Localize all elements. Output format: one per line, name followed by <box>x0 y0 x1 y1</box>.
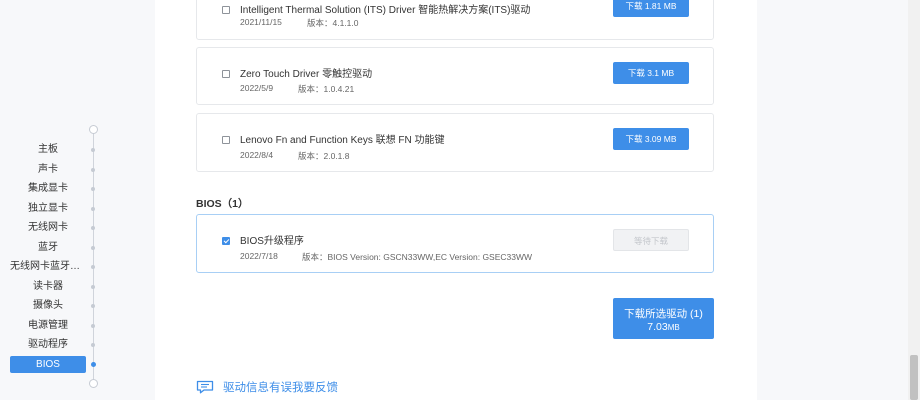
driver-version: 版本：2.0.1.8 <box>298 151 350 161</box>
nav-tick-icon <box>91 304 95 308</box>
download-selected-label: 下载所选驱动 (1) <box>624 308 703 320</box>
driver-list-panel: Intelligent Thermal Solution (ITS) Drive… <box>155 0 757 400</box>
driver-name: Intelligent Thermal Solution (ITS) Drive… <box>240 5 531 16</box>
sidebar-item-drivers[interactable]: 驱动程序 <box>0 335 110 355</box>
feedback-link[interactable]: 驱动信息有误我要反馈 <box>196 377 338 397</box>
download-selected-size: 7.03MB <box>613 321 714 333</box>
sidebar-item-card-reader[interactable]: 读卡器 <box>0 277 110 297</box>
driver-date: 2021/11/15 <box>240 17 282 27</box>
scrollbar-track[interactable] <box>908 0 920 400</box>
sidebar-item-label: 驱动程序 <box>28 339 68 350</box>
download-size-unit: MB <box>667 323 680 332</box>
nav-list: 主板 声卡 集成显卡 独立显卡 无线网卡 蓝牙 无线网卡蓝牙模块 读卡器 摄像头… <box>0 140 110 374</box>
sidebar-item-label: 读卡器 <box>33 280 63 292</box>
nav-tick-icon <box>91 167 95 172</box>
sidebar-item-label: 蓝牙 <box>38 241 58 253</box>
sidebar-item-label: 主板 <box>38 144 58 155</box>
driver-version: 版本：BIOS Version: GSCN33WW,EC Version: GS… <box>302 252 533 262</box>
nav-tick-icon <box>91 245 95 250</box>
checkbox-icon[interactable] <box>222 70 230 78</box>
nav-tick-icon <box>91 206 95 211</box>
nav-timeline-start-icon <box>89 125 98 134</box>
driver-version: 版本：1.0.4.21 <box>298 84 355 94</box>
nav-tick-icon <box>91 226 95 230</box>
sidebar-item-audio[interactable]: 声卡 <box>0 160 110 180</box>
bios-section-title: BIOS（1） <box>196 198 249 210</box>
sidebar-item-label: 无线网卡 <box>28 222 68 233</box>
driver-card: Intelligent Thermal Solution (ITS) Drive… <box>196 0 714 40</box>
nav-timeline-end-icon <box>89 379 98 388</box>
sidebar-item-label: BIOS <box>10 355 86 373</box>
sidebar-item-camera[interactable]: 摄像头 <box>0 296 110 316</box>
driver-name: Zero Touch Driver 零触控驱动 <box>240 69 373 80</box>
sidebar-item-discrete-graphics[interactable]: 独立显卡 <box>0 199 110 219</box>
sidebar-item-mainboard[interactable]: 主板 <box>0 140 110 160</box>
driver-date: 2022/8/4 <box>240 150 274 160</box>
nav-tick-icon <box>91 284 95 289</box>
download-selected-button[interactable]: 下载所选驱动 (1) 7.03MB <box>613 298 714 339</box>
driver-name: Lenovo Fn and Function Keys 联想 FN 功能键 <box>240 135 445 146</box>
driver-card: Zero Touch Driver 零触控驱动 2022/5/9 版本：1.0.… <box>196 47 714 105</box>
nav-tick-icon <box>91 148 95 152</box>
nav-tick-icon <box>91 343 95 347</box>
driver-card: Lenovo Fn and Function Keys 联想 FN 功能键 20… <box>196 113 714 172</box>
sidebar-item-label: 摄像头 <box>33 300 63 311</box>
checkbox-icon[interactable] <box>222 237 230 245</box>
driver-card-bios: BIOS升级程序 2022/7/18 版本：BIOS Version: GSCN… <box>196 214 714 273</box>
driver-version: 版本：4.1.1.0 <box>307 18 359 28</box>
download-button[interactable]: 下载 3.1 MB <box>613 62 689 84</box>
sidebar-item-bluetooth[interactable]: 蓝牙 <box>0 238 110 258</box>
scrollbar-thumb[interactable] <box>910 355 918 400</box>
checkbox-icon[interactable] <box>222 136 230 144</box>
driver-name: BIOS升级程序 <box>240 236 304 247</box>
sidebar-item-wireless-bt-module[interactable]: 无线网卡蓝牙模块 <box>0 257 110 277</box>
checkbox-icon[interactable] <box>222 6 230 14</box>
driver-date: 2022/7/18 <box>240 251 278 261</box>
driver-date: 2022/5/9 <box>240 83 274 93</box>
sidebar-item-bios[interactable]: BIOS <box>0 355 110 375</box>
download-button[interactable]: 下载 3.09 MB <box>613 128 689 150</box>
nav-tick-active-icon <box>91 361 96 367</box>
category-sidebar: 主板 声卡 集成显卡 独立显卡 无线网卡 蓝牙 无线网卡蓝牙模块 读卡器 摄像头… <box>0 0 110 400</box>
sidebar-item-label: 集成显卡 <box>28 183 68 194</box>
sidebar-item-label: 独立显卡 <box>28 202 68 214</box>
sidebar-item-power-management[interactable]: 电源管理 <box>0 316 110 336</box>
sidebar-item-label: 电源管理 <box>28 319 68 331</box>
sidebar-item-integrated-graphics[interactable]: 集成显卡 <box>0 179 110 199</box>
download-size-value: 7.03 <box>647 321 668 333</box>
waiting-download-button: 等待下载 <box>613 229 689 251</box>
feedback-label: 驱动信息有误我要反馈 <box>223 382 338 394</box>
feedback-chat-icon <box>196 380 214 394</box>
sidebar-item-label: 声卡 <box>38 163 58 175</box>
sidebar-item-wireless[interactable]: 无线网卡 <box>0 218 110 238</box>
nav-tick-icon <box>91 187 95 191</box>
download-button[interactable]: 下载 1.81 MB <box>613 0 689 17</box>
nav-tick-icon <box>91 265 95 269</box>
sidebar-item-label: 无线网卡蓝牙模块 <box>10 261 86 272</box>
nav-tick-icon <box>91 323 95 328</box>
